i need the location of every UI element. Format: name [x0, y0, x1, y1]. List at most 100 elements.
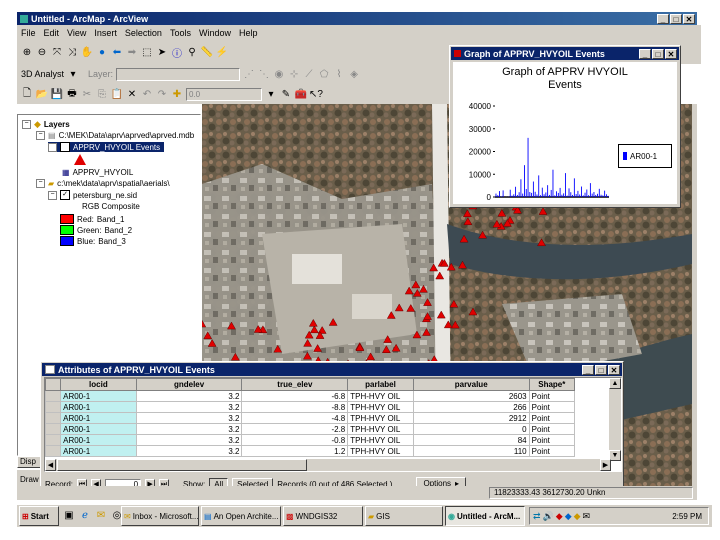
collapse-icon[interactable]: −: [48, 190, 57, 200]
row-selector[interactable]: [45, 445, 62, 457]
event-point-marker[interactable]: [423, 312, 432, 320]
collapse-icon[interactable]: −: [22, 120, 31, 129]
event-point-marker[interactable]: [227, 321, 236, 330]
pan-hand-icon[interactable]: ✋: [81, 46, 93, 58]
whats-this-help-icon[interactable]: ↖?: [309, 88, 323, 100]
toc-events-layer[interactable]: − ✓ APPRV_HVYOIL Events: [48, 142, 165, 152]
vertical-scrollbar[interactable]: ▲ ▼: [609, 378, 621, 461]
cell-true-elev[interactable]: -2.8: [241, 423, 349, 435]
new-document-icon[interactable]: 🗋: [21, 88, 33, 100]
menu-file[interactable]: File: [21, 28, 36, 38]
arcscene-icon[interactable]: ◈: [348, 68, 360, 80]
profile-graph-icon[interactable]: ⌇: [333, 68, 345, 80]
toc-layers-root[interactable]: − ◆ Layers: [22, 119, 70, 130]
cell-parlabel[interactable]: TPH-HVY OIL: [347, 423, 414, 435]
cell-parvalue[interactable]: 2912: [412, 412, 530, 424]
event-point-marker[interactable]: [537, 238, 546, 247]
column-header-shape[interactable]: Shape*: [528, 378, 576, 391]
steepest-path-icon[interactable]: ⋱: [258, 68, 270, 80]
event-point-marker[interactable]: [468, 307, 478, 316]
event-point-marker[interactable]: [478, 230, 488, 239]
event-point-marker[interactable]: [303, 338, 313, 347]
taskbar-item-gis[interactable]: ▰ GIS: [365, 506, 443, 526]
layer-visible-checkbox[interactable]: ✓: [60, 190, 70, 200]
attr-close-button[interactable]: ✕: [608, 364, 620, 375]
toc-table-layer[interactable]: ▦ APPRV_HVYOIL: [62, 168, 133, 177]
event-point-marker[interactable]: [423, 298, 432, 306]
cell-gndelev[interactable]: 3.2: [135, 412, 243, 424]
event-point-marker[interactable]: [230, 352, 240, 361]
contour-icon[interactable]: ⋰: [243, 68, 255, 80]
event-point-marker[interactable]: [381, 345, 391, 353]
row-selector-header[interactable]: [45, 378, 62, 391]
graph-maximize-button[interactable]: □: [652, 48, 664, 59]
outlook-icon[interactable]: ✉: [95, 509, 107, 521]
column-header-gndelev[interactable]: gndelev: [135, 378, 243, 391]
table-row[interactable]: AR00-1 3.2 -2.8 TPH-HVY OIL 0 Point: [45, 423, 576, 435]
taskbar-item-archive[interactable]: ▤ An Open Archite...: [201, 506, 281, 526]
horizontal-scroll-thumb[interactable]: [57, 459, 307, 471]
tray-icon-network[interactable]: ⇄: [533, 511, 541, 522]
cell-shape[interactable]: Point: [528, 412, 576, 424]
layer-select[interactable]: [116, 67, 241, 81]
tray-icon-mail[interactable]: ✉: [583, 511, 591, 522]
event-point-marker[interactable]: [436, 310, 446, 319]
cell-gndelev[interactable]: 3.2: [135, 401, 243, 413]
desktop-icon[interactable]: ▣: [63, 509, 75, 521]
close-button[interactable]: ✕: [683, 13, 695, 24]
attr-maximize-button[interactable]: □: [595, 364, 607, 375]
cell-parvalue[interactable]: 2603: [412, 390, 530, 402]
menu-view[interactable]: View: [67, 28, 86, 38]
open-folder-icon[interactable]: 📂: [36, 88, 48, 100]
fixed-zoom-in-icon[interactable]: ⤧: [51, 46, 63, 58]
cell-locid[interactable]: AR00-1: [60, 434, 137, 446]
column-header-true-elev[interactable]: true_elev: [241, 378, 349, 391]
table-row[interactable]: AR00-1 3.2 -4.8 TPH-HVY OIL 2912 Point: [45, 412, 576, 424]
scroll-up-arrow-icon[interactable]: ▲: [609, 378, 621, 389]
table-row[interactable]: AR00-1 3.2 1.2 TPH-HVY OIL 110 Point: [45, 445, 576, 457]
cell-parvalue[interactable]: 84: [412, 434, 530, 446]
tray-icon-update[interactable]: ◆: [565, 511, 572, 522]
draw-label[interactable]: Draw: [20, 475, 39, 484]
collapse-icon[interactable]: −: [48, 142, 57, 152]
arctoolbox-icon[interactable]: 🧰: [295, 88, 307, 100]
event-point-marker[interactable]: [463, 217, 473, 226]
row-selector[interactable]: [45, 401, 62, 413]
cell-shape[interactable]: Point: [528, 423, 576, 435]
cell-true-elev[interactable]: -6.8: [241, 390, 349, 402]
menu-selection[interactable]: Selection: [125, 28, 162, 38]
cell-shape[interactable]: Point: [528, 401, 576, 413]
event-point-marker[interactable]: [302, 351, 312, 360]
attr-minimize-button[interactable]: _: [582, 364, 594, 375]
cell-locid[interactable]: AR00-1: [60, 412, 137, 424]
cell-gndelev[interactable]: 3.2: [135, 434, 243, 446]
analyst-menu[interactable]: 3D Analyst: [21, 69, 64, 79]
event-point-marker[interactable]: [308, 318, 318, 327]
redo-icon[interactable]: ↷: [156, 88, 168, 100]
paste-icon[interactable]: 📋: [111, 88, 123, 100]
event-point-marker[interactable]: [422, 328, 431, 336]
cell-gndelev[interactable]: 3.2: [135, 445, 243, 457]
start-button[interactable]: ⊞ Start: [19, 506, 59, 526]
cell-parlabel[interactable]: TPH-HVY OIL: [347, 434, 414, 446]
delete-icon[interactable]: ✕: [126, 88, 138, 100]
event-point-marker[interactable]: [462, 209, 472, 218]
table-row[interactable]: AR00-1 3.2 -8.8 TPH-HVY OIL 266 Point: [45, 401, 576, 413]
event-point-marker[interactable]: [202, 319, 207, 328]
maximize-button[interactable]: □: [670, 13, 682, 24]
cell-parlabel[interactable]: TPH-HVY OIL: [347, 390, 414, 402]
column-header-locid[interactable]: locid: [60, 378, 137, 391]
tray-icon-sound[interactable]: 🔊: [543, 511, 554, 522]
cell-shape[interactable]: Point: [528, 390, 576, 402]
cell-parvalue[interactable]: 266: [412, 401, 530, 413]
event-point-marker[interactable]: [412, 330, 422, 339]
taskbar-item-inbox[interactable]: ✉ Inbox - Microsoft...: [121, 506, 199, 526]
event-point-marker[interactable]: [411, 280, 421, 289]
cell-shape[interactable]: Point: [528, 445, 576, 457]
minimize-button[interactable]: _: [657, 13, 669, 24]
event-point-marker[interactable]: [366, 352, 376, 361]
cell-parvalue[interactable]: 110: [412, 445, 530, 457]
event-point-marker[interactable]: [443, 320, 453, 329]
save-icon[interactable]: 💾: [51, 88, 63, 100]
event-point-marker[interactable]: [309, 325, 319, 334]
